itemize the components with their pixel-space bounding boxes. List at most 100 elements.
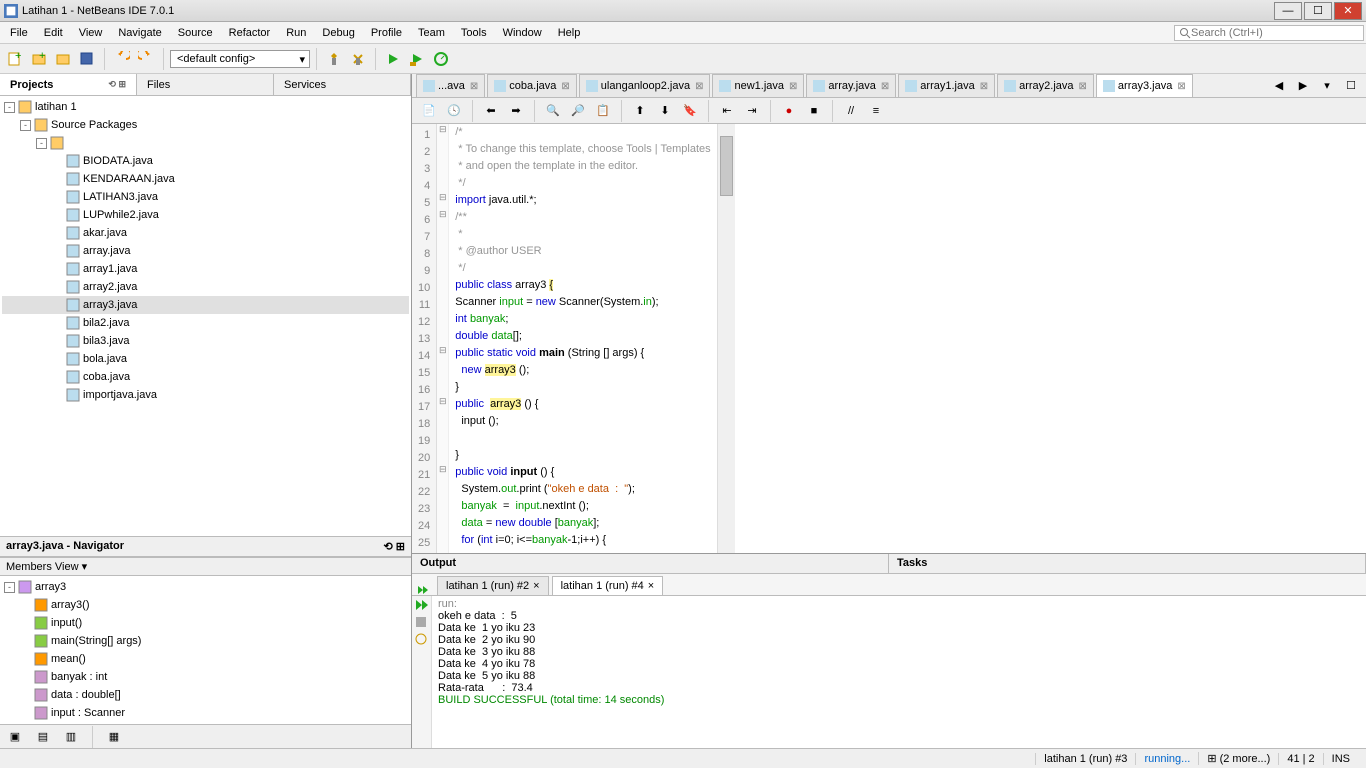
menu-window[interactable]: Window bbox=[495, 24, 550, 42]
scroll-thumb[interactable] bbox=[720, 136, 733, 196]
fold-marker[interactable] bbox=[437, 532, 448, 549]
file-tab[interactable]: coba.java⊠ bbox=[487, 74, 576, 97]
run-all-icon[interactable] bbox=[417, 585, 429, 595]
filter2-icon[interactable]: ▤ bbox=[32, 726, 54, 748]
fold-marker[interactable]: ⊟ bbox=[437, 124, 448, 141]
prev-bm-icon[interactable]: ⬆ bbox=[629, 100, 651, 122]
fold-marker[interactable] bbox=[437, 141, 448, 158]
tab-max-button[interactable]: ☐ bbox=[1340, 75, 1362, 97]
tree-item[interactable]: banyak : int bbox=[2, 668, 409, 686]
code-line[interactable]: input (); bbox=[455, 415, 710, 432]
menu-source[interactable]: Source bbox=[170, 24, 221, 42]
code-line[interactable]: public static void main (String [] args)… bbox=[455, 347, 710, 364]
fold-marker[interactable] bbox=[437, 413, 448, 430]
menu-refactor[interactable]: Refactor bbox=[221, 24, 279, 42]
history-icon[interactable]: 🕓 bbox=[443, 100, 465, 122]
filter4-icon[interactable]: ▦ bbox=[103, 726, 125, 748]
code-line[interactable]: data = new double [banyak]; bbox=[455, 517, 710, 534]
file-tab[interactable]: new1.java⊠ bbox=[712, 74, 804, 97]
line-number[interactable]: 6 bbox=[414, 211, 434, 228]
tree-item[interactable]: mean() bbox=[2, 650, 409, 668]
fwd-icon[interactable]: ➡ bbox=[505, 100, 527, 122]
output-console[interactable]: run:okeh e data : 5Data ke 1 yo iku 23Da… bbox=[432, 596, 670, 748]
file-tab[interactable]: array2.java⊠ bbox=[997, 74, 1094, 97]
undo-button[interactable] bbox=[111, 48, 133, 70]
tree-item[interactable]: -Source Packages bbox=[2, 116, 409, 134]
run-button[interactable] bbox=[382, 48, 404, 70]
line-number[interactable]: 16 bbox=[414, 381, 434, 398]
fold-marker[interactable] bbox=[437, 328, 448, 345]
code-line[interactable] bbox=[455, 432, 710, 449]
tree-item[interactable]: array.java bbox=[2, 242, 409, 260]
code-line[interactable]: } bbox=[455, 449, 710, 466]
line-number[interactable]: 3 bbox=[414, 160, 434, 177]
file-tab[interactable]: array.java⊠ bbox=[806, 74, 896, 97]
menu-navigate[interactable]: Navigate bbox=[110, 24, 169, 42]
code-line[interactable]: /* bbox=[455, 126, 710, 143]
tab-services[interactable]: Services bbox=[274, 74, 411, 95]
next-bm-icon[interactable]: ⬇ bbox=[654, 100, 676, 122]
fold-column[interactable]: ⊟⊟⊟⊟⊟⊟ bbox=[437, 124, 449, 553]
code-line[interactable]: banyak = input.nextInt (); bbox=[455, 500, 710, 517]
fold-marker[interactable] bbox=[437, 175, 448, 192]
toggle-bm-icon[interactable]: 🔖 bbox=[679, 100, 701, 122]
fold-marker[interactable] bbox=[437, 311, 448, 328]
code-line[interactable]: * and open the template in the editor. bbox=[455, 160, 710, 177]
line-number[interactable]: 14 bbox=[414, 347, 434, 364]
code-line[interactable]: import java.util.*; bbox=[455, 194, 710, 211]
code-line[interactable]: for (int i=0; i<=banyak-1;i++) { bbox=[455, 534, 710, 551]
line-number[interactable]: 23 bbox=[414, 500, 434, 517]
close-icon[interactable]: × bbox=[533, 580, 539, 592]
redo-button[interactable] bbox=[135, 48, 157, 70]
search-input[interactable] bbox=[1191, 27, 1351, 39]
tree-item[interactable]: input() bbox=[2, 614, 409, 632]
line-number[interactable]: 7 bbox=[414, 228, 434, 245]
stop-icon[interactable] bbox=[414, 615, 428, 629]
code-line[interactable]: double data[]; bbox=[455, 330, 710, 347]
line-number[interactable]: 18 bbox=[414, 415, 434, 432]
tree-item[interactable]: LATIHAN3.java bbox=[2, 188, 409, 206]
tree-item[interactable]: -array3 bbox=[2, 578, 409, 596]
shift-left-icon[interactable]: ⇤ bbox=[716, 100, 738, 122]
navigator-controls[interactable]: ⟲ ⊞ bbox=[384, 540, 406, 553]
navigator-tree[interactable]: -array3array3()input()main(String[] args… bbox=[0, 576, 411, 724]
tree-item[interactable]: - bbox=[2, 134, 409, 152]
close-icon[interactable]: × bbox=[648, 580, 654, 592]
line-number[interactable]: 13 bbox=[414, 330, 434, 347]
status-running[interactable]: running... bbox=[1135, 753, 1198, 765]
file-tab[interactable]: ...ava⊠ bbox=[416, 74, 485, 97]
line-number[interactable]: 20 bbox=[414, 449, 434, 466]
line-number[interactable]: 11 bbox=[414, 296, 434, 313]
code-line[interactable]: public class array3 { bbox=[455, 279, 710, 296]
find-prev-icon[interactable]: 🔎 bbox=[567, 100, 589, 122]
toggle-icon[interactable]: - bbox=[36, 138, 47, 149]
toggle-icon[interactable]: - bbox=[20, 120, 31, 131]
menu-view[interactable]: View bbox=[71, 24, 111, 42]
output-tab-0[interactable]: latihan 1 (run) #2× bbox=[437, 576, 549, 595]
line-number[interactable]: 21 bbox=[414, 466, 434, 483]
find-sel-icon[interactable]: 🔍 bbox=[542, 100, 564, 122]
line-number[interactable]: 25 bbox=[414, 534, 434, 551]
toggle-hl-icon[interactable]: 📋 bbox=[592, 100, 614, 122]
fold-marker[interactable] bbox=[437, 294, 448, 311]
tree-item[interactable]: array2.java bbox=[2, 278, 409, 296]
file-tab[interactable]: ulanganloop2.java⊠ bbox=[579, 74, 711, 97]
code-line[interactable]: */ bbox=[455, 177, 710, 194]
tab-left-button[interactable]: ◀ bbox=[1268, 75, 1290, 97]
toggle-icon[interactable]: - bbox=[4, 582, 15, 593]
code-line[interactable]: * To change this template, choose Tools … bbox=[455, 143, 710, 160]
fold-marker[interactable] bbox=[437, 498, 448, 515]
projects-tree[interactable]: -latihan 1-Source Packages-BIODATA.javaK… bbox=[0, 96, 411, 536]
file-tab[interactable]: array1.java⊠ bbox=[898, 74, 995, 97]
menu-tools[interactable]: Tools bbox=[453, 24, 495, 42]
menu-edit[interactable]: Edit bbox=[36, 24, 71, 42]
close-icon[interactable]: ⊠ bbox=[980, 81, 988, 92]
source-view-icon[interactable]: 📄 bbox=[418, 100, 440, 122]
tree-item[interactable]: array3() bbox=[2, 596, 409, 614]
fold-marker[interactable] bbox=[437, 277, 448, 294]
line-number[interactable]: 17 bbox=[414, 398, 434, 415]
tab-right-button[interactable]: ▶ bbox=[1292, 75, 1314, 97]
build-button[interactable] bbox=[323, 48, 345, 70]
maximize-button[interactable]: ☐ bbox=[1304, 2, 1332, 20]
rerun-icon[interactable] bbox=[414, 598, 428, 612]
